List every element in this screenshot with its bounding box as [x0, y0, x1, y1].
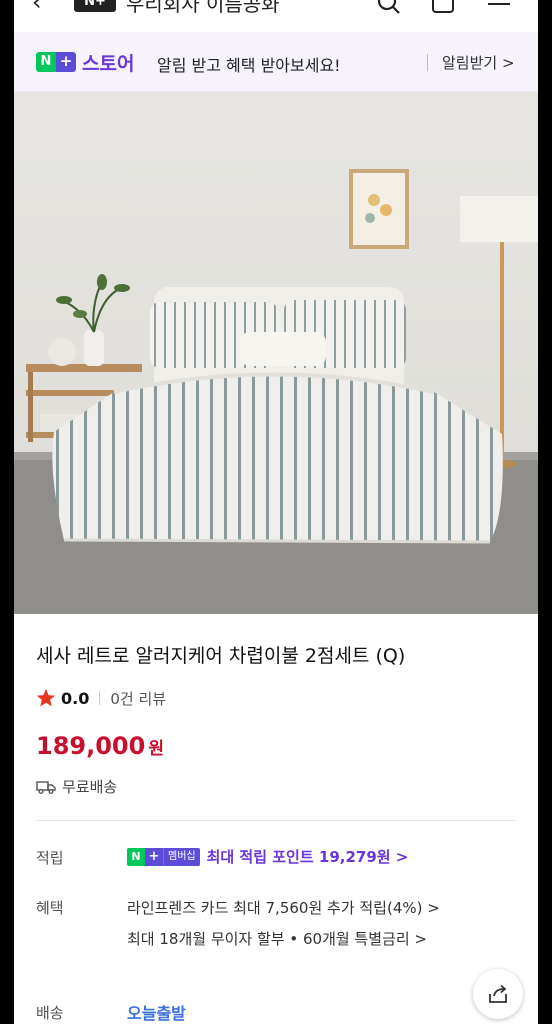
rating-row[interactable]: 0.0 0건 리뷰 [36, 688, 166, 708]
top-app-bar: ‹ N+ 우리회사 이름공화 [14, 0, 538, 32]
price-unit: 원 [148, 739, 164, 759]
share-icon [489, 984, 507, 1003]
star-icon [36, 689, 56, 707]
installment-benefit-link[interactable]: 최대 18개월 무이자 할부 • 60개월 특별금리 > [127, 928, 427, 949]
naver-plus-membership-badge: N + 멤버십 [127, 847, 200, 866]
review-count[interactable]: 0건 리뷰 [110, 688, 166, 709]
truck-icon [36, 780, 56, 794]
shipping-text: 무료배송 [62, 778, 118, 796]
price: 189,000 원 [36, 732, 164, 760]
naver-plus-badge: N + [36, 52, 76, 72]
delivery-label: 배송 [36, 1004, 64, 1022]
price-value: 189,000 [36, 732, 146, 760]
points-label: 적립 [36, 849, 64, 867]
hamburger-menu-icon[interactable] [486, 0, 512, 18]
card-benefit-link[interactable]: 라인프렌즈 카드 최대 7,560원 추가 적립(4%) > [127, 897, 440, 918]
store-alert-banner[interactable]: N + 스토어 알림 받고 혜택 받아보세요! 알림받기 > [14, 32, 538, 92]
store-name[interactable]: 우리회사 이름공화 [126, 0, 280, 17]
shipping-info: 무료배송 [36, 776, 117, 797]
product-image[interactable] [14, 92, 538, 614]
chevron-left-icon[interactable]: ‹ [32, 0, 42, 16]
benefit-label: 혜택 [36, 899, 64, 917]
membership-points-link[interactable]: N + 멤버십 최대 적립 포인트 19,279원 > [127, 846, 408, 867]
delivery-value[interactable]: 오늘출발 [127, 1000, 186, 1024]
subscribe-alert-link[interactable]: 알림받기 > [442, 52, 515, 73]
screen: ‹ N+ 우리회사 이름공화 N + 스토어 알림 받고 혜택 받아보세요! 알… [14, 0, 538, 1024]
store-label: 스토어 [82, 53, 135, 75]
share-button[interactable] [473, 969, 523, 1019]
product-title: 세사 레트로 알러지케어 차렵이불 2점세트 (Q) [36, 645, 406, 667]
max-points-text: 최대 적립 포인트 19,279원 > [206, 848, 409, 866]
store-logo[interactable]: N+ [74, 0, 116, 12]
rating-score: 0.0 [61, 688, 90, 708]
search-icon[interactable] [376, 0, 402, 18]
shopping-bag-icon[interactable] [430, 0, 456, 18]
rating-separator [99, 691, 101, 705]
banner-message: 알림 받고 혜택 받아보세요! [157, 56, 341, 75]
banner-divider [427, 54, 428, 71]
section-divider [36, 820, 516, 821]
